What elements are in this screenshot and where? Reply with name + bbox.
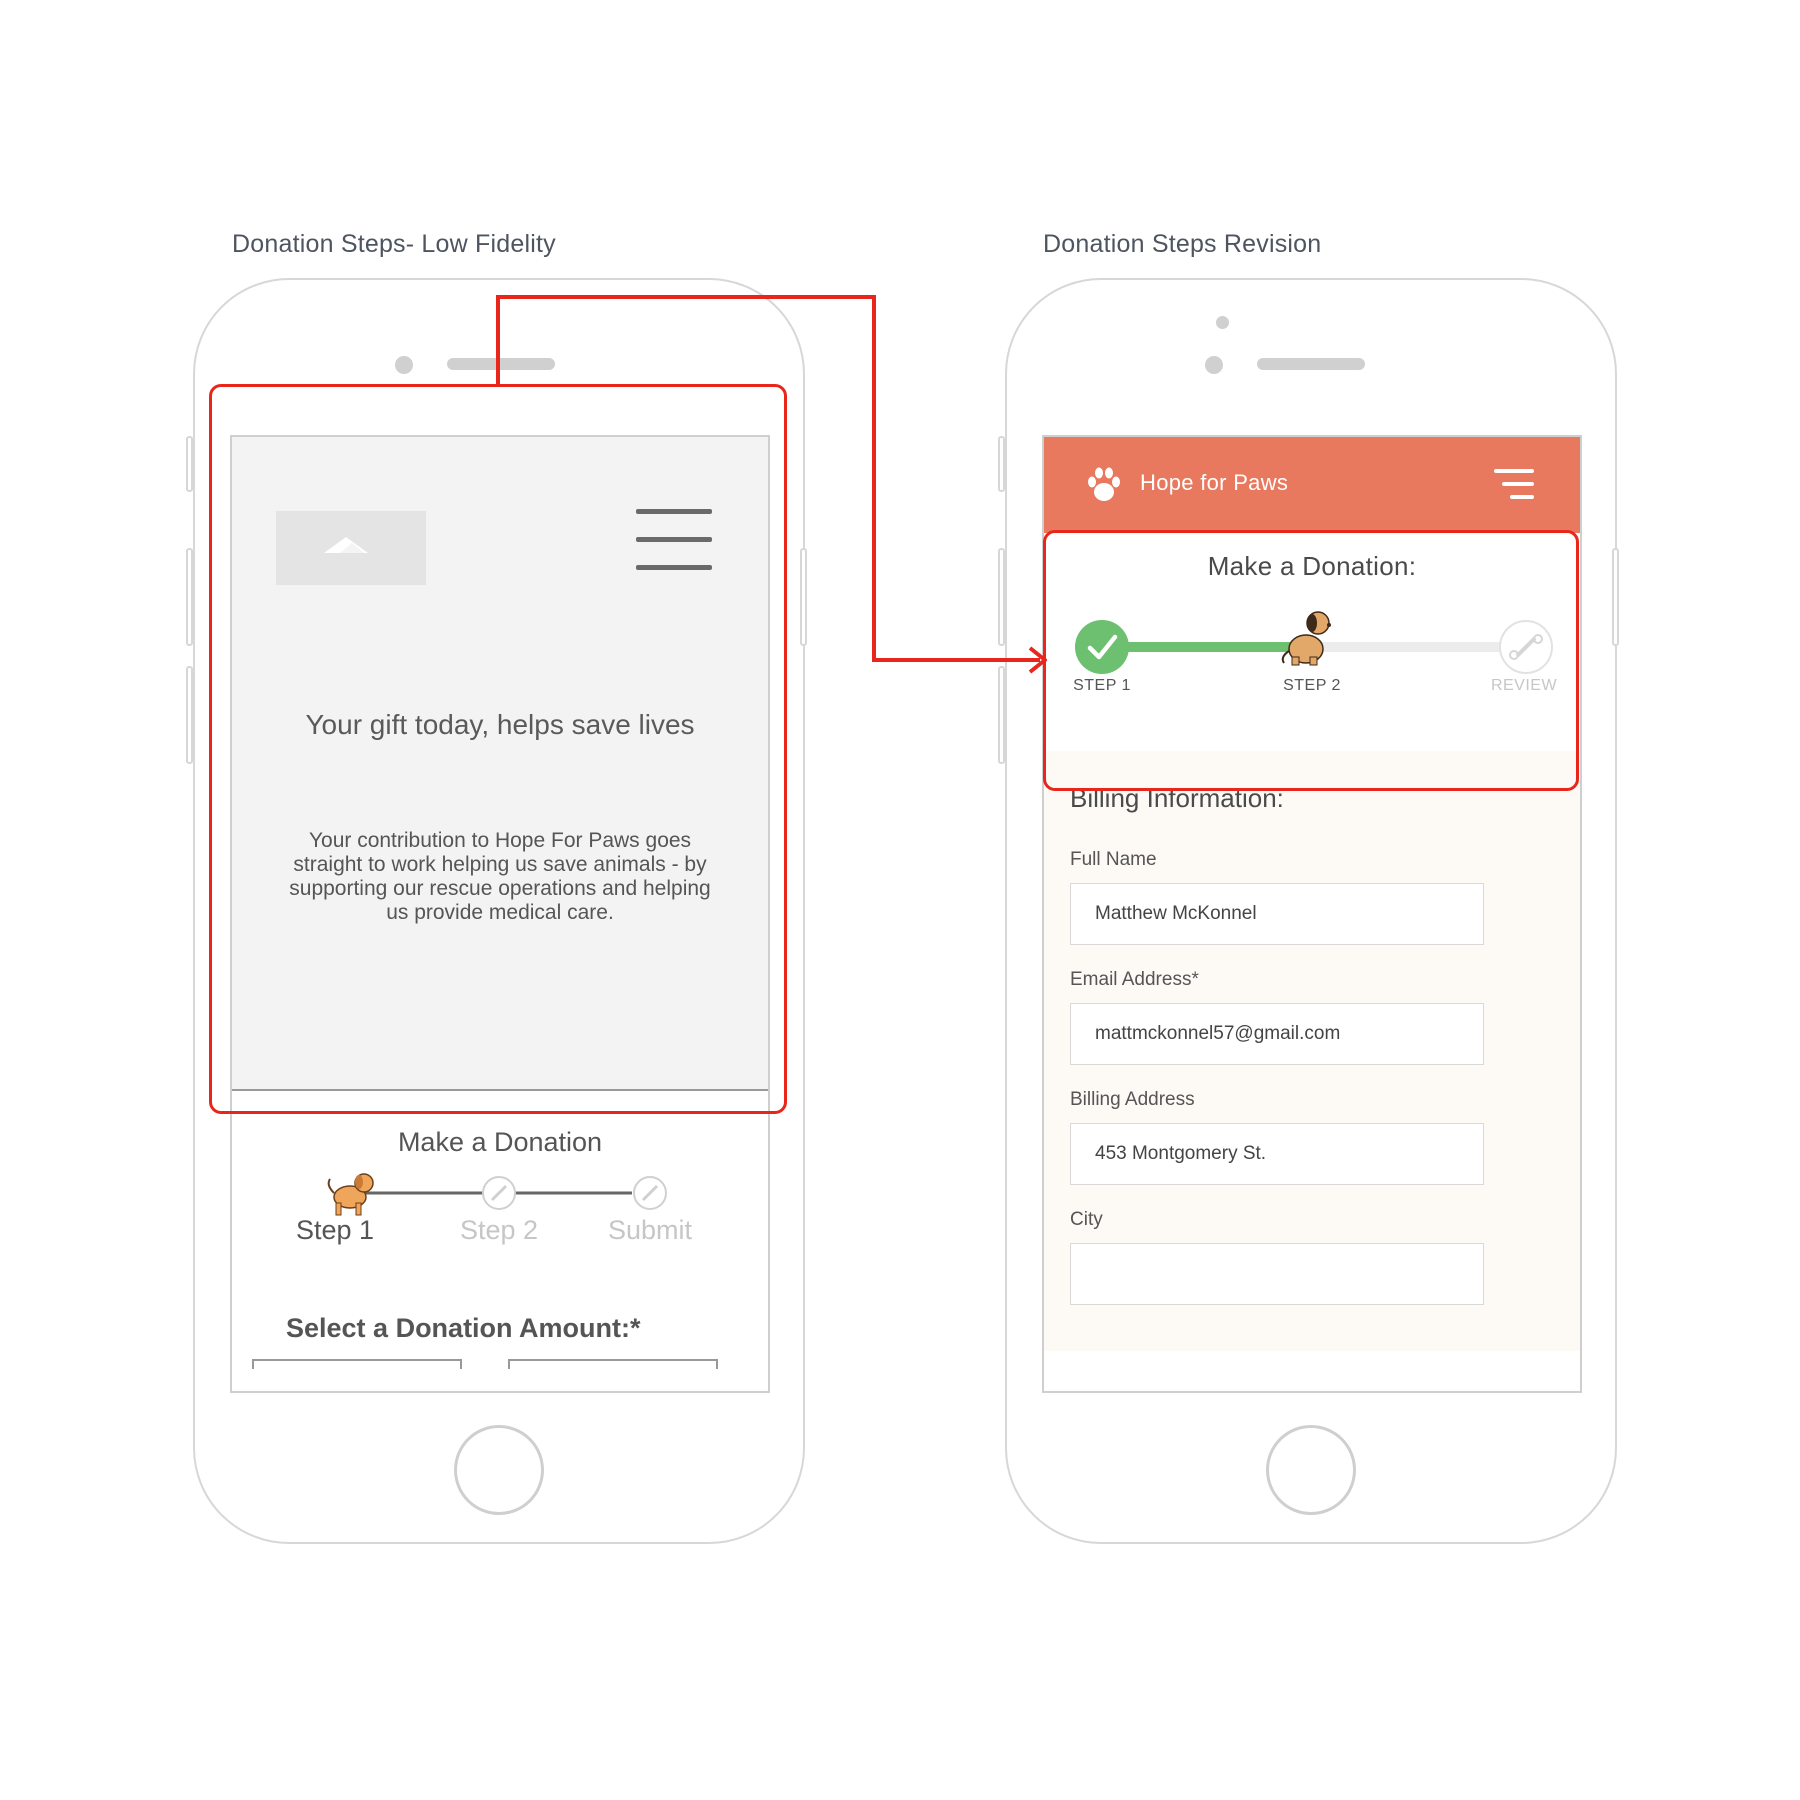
- connector-arrow: [496, 295, 1047, 674]
